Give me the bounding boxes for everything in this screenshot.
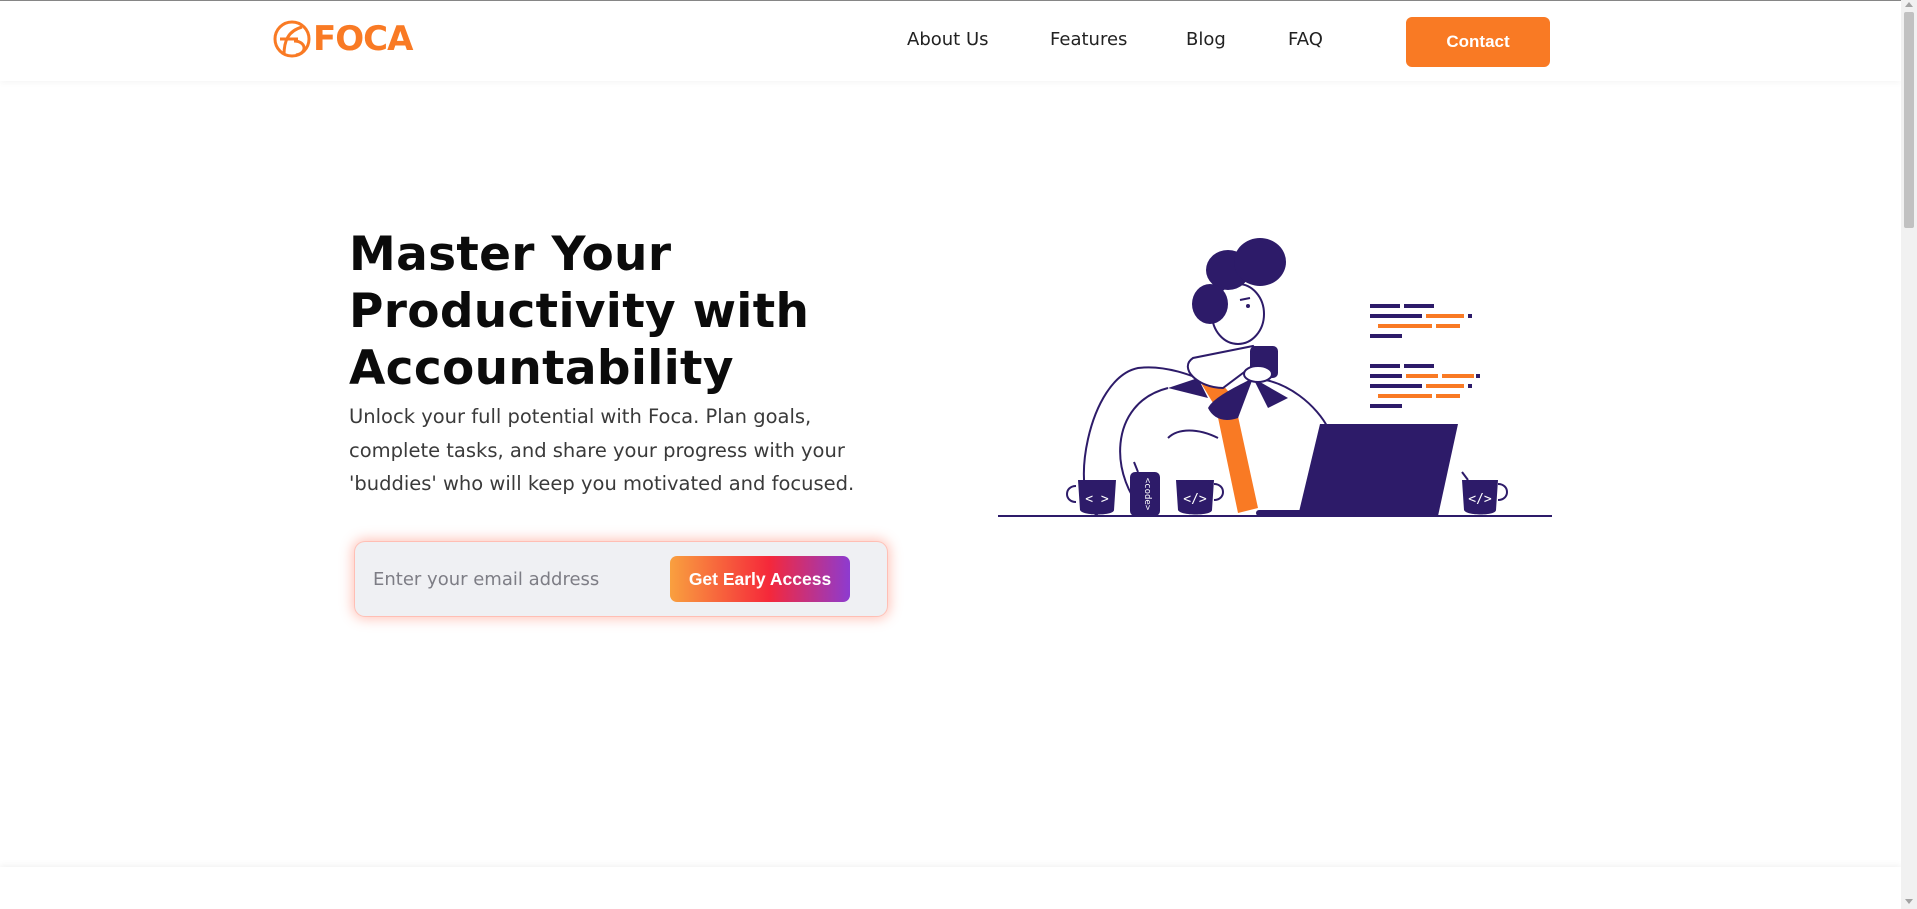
nav-features[interactable]: Features — [1050, 29, 1127, 50]
contact-button[interactable]: Contact — [1406, 17, 1550, 67]
scroll-down-arrow-icon[interactable] — [1905, 899, 1913, 904]
email-input[interactable] — [373, 561, 663, 597]
mug-label: < > — [1085, 492, 1109, 507]
get-early-access-button[interactable]: Get Early Access — [670, 556, 850, 602]
email-signup-form: Get Early Access — [355, 542, 887, 616]
next-section-edge — [0, 867, 1901, 909]
scrollbar-thumb[interactable] — [1904, 12, 1914, 228]
hero-title: Master Your Productivity with Accountabi… — [349, 226, 869, 397]
vertical-scrollbar[interactable] — [1901, 0, 1917, 909]
mug-label: </> — [1183, 492, 1207, 507]
nav-faq[interactable]: FAQ — [1288, 29, 1323, 50]
scroll-up-arrow-icon[interactable] — [1905, 2, 1913, 7]
mug-label: </> — [1468, 492, 1492, 507]
hero-subtitle: Unlock your full potential with Foca. Pl… — [349, 405, 855, 495]
hero-title-line: Accountability — [349, 341, 734, 396]
nav-blog[interactable]: Blog — [1186, 29, 1226, 50]
foca-logo-icon — [273, 20, 311, 58]
can-label: <code> — [1142, 478, 1152, 511]
hero-title-line: Productivity with — [349, 284, 810, 339]
logo-text: FOCA — [313, 19, 413, 59]
nav-about-us[interactable]: About Us — [907, 29, 989, 50]
site-header: FOCA About Us Features Blog FAQ Contact — [0, 1, 1901, 81]
logo[interactable]: FOCA — [272, 17, 413, 61]
hero-title-line: Master Your — [349, 227, 672, 282]
developer-illustration: < > <code> </> </> — [998, 238, 1552, 517]
